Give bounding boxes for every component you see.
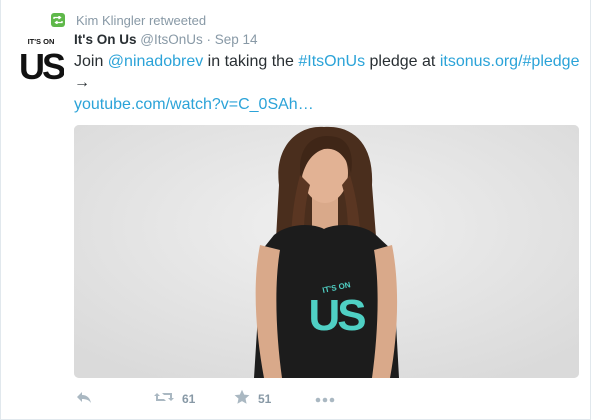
tweet-photo[interactable]: IT'S ON US <box>74 125 579 378</box>
tweet-card[interactable]: Kim Klingler retweeted IT'S ON US It's O… <box>0 0 591 420</box>
more-icon <box>315 390 335 408</box>
tweet-actions: 61 51 <box>74 388 474 410</box>
youtube-link[interactable]: youtube.com/watch?v=C_0SAh… <box>74 96 314 114</box>
star-icon <box>234 389 250 410</box>
tweet-text-part: pledge at <box>365 53 440 70</box>
mention-link[interactable]: @ninadobrev <box>108 53 203 70</box>
favorite-count: 51 <box>258 392 272 406</box>
shirt-logo-big-text: US <box>308 291 365 340</box>
arrow-icon: → <box>74 74 90 91</box>
tweet-timestamp[interactable]: Sep 14 <box>215 32 258 47</box>
retweet-count: 61 <box>182 392 196 406</box>
author-username[interactable]: @ItsOnUs <box>140 32 202 47</box>
retweet-context: Kim Klingler retweeted <box>51 11 206 29</box>
favorite-button[interactable]: 51 <box>234 388 271 410</box>
tweet-text: Join @ninadobrev in taking the #ItsOnUs … <box>74 51 584 93</box>
more-button[interactable] <box>315 388 335 410</box>
separator: · <box>206 32 211 47</box>
retweeter-link[interactable]: Kim Klingler retweeted <box>76 13 206 28</box>
author-fullname[interactable]: It's On Us <box>74 32 136 47</box>
retweet-icon <box>154 390 174 409</box>
hashtag-link[interactable]: #ItsOnUs <box>298 53 365 70</box>
reply-button[interactable] <box>76 388 92 410</box>
tweet-text-part: in taking the <box>203 53 299 70</box>
photo-image: IT'S ON US <box>74 125 579 378</box>
avatar-big-text: US <box>19 46 64 81</box>
pledge-url-link[interactable]: itsonus.org/#pledge <box>440 53 580 70</box>
retweet-button[interactable]: 61 <box>154 388 195 410</box>
avatar-top-text: IT'S ON <box>28 37 55 46</box>
retweet-icon <box>51 13 65 27</box>
tweet-text-part: Join <box>74 53 108 70</box>
avatar[interactable]: IT'S ON US <box>18 35 64 81</box>
tweet-header: It's On Us @ItsOnUs · Sep 14 <box>74 32 258 47</box>
reply-icon <box>76 390 92 409</box>
